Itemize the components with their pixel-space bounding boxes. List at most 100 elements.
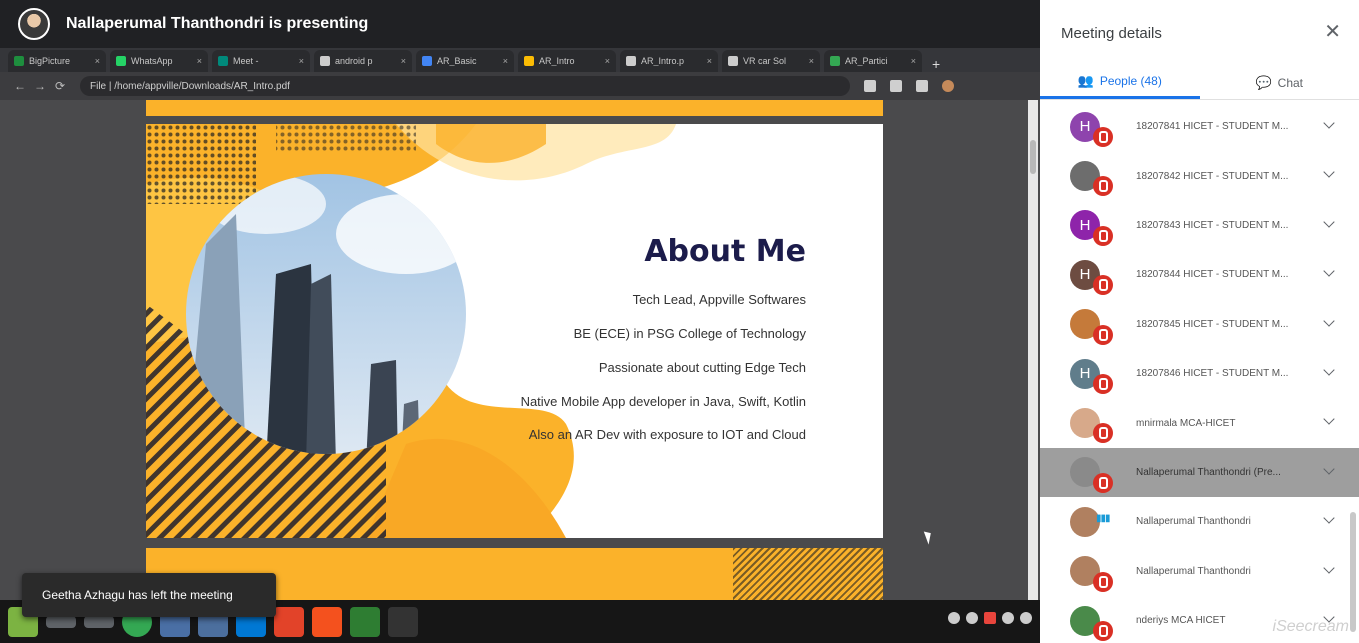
browser-tab[interactable]: android p × <box>314 50 412 72</box>
browser-tab-label: AR_Intro <box>539 56 575 66</box>
back-icon[interactable]: ← <box>10 79 30 93</box>
chevron-down-icon[interactable] <box>1323 166 1335 179</box>
close-icon[interactable]: ✕ <box>1324 22 1341 42</box>
participant-row[interactable]: H 18207846 HICET - STUDENT M... <box>1040 349 1359 398</box>
mic-muted-icon <box>1093 373 1113 394</box>
profile-avatar[interactable] <box>942 80 954 92</box>
participant-name: 18207841 HICET - STUDENT M... <box>1136 121 1289 133</box>
pdf-viewer: About Me Tech Lead, Appville Softwares B… <box>0 100 1040 600</box>
panel-title: Meeting details <box>1061 24 1162 42</box>
chevron-down-icon[interactable] <box>1323 561 1335 574</box>
chevron-down-icon[interactable] <box>1323 216 1335 228</box>
browser-tab[interactable]: VR car Sol × <box>722 50 820 72</box>
tab-close-icon[interactable]: × <box>503 56 508 66</box>
browser-tab[interactable]: AR_Partici × <box>824 50 922 72</box>
url-input[interactable]: File | /home/appville/Downloads/AR_Intro… <box>80 76 850 96</box>
people-list: H 18207841 HICET - STUDENT M... 18207842 H… <box>1040 102 1359 643</box>
speaking-indicator-icon: ▮▮▮ <box>1096 513 1110 525</box>
participant-row[interactable]: 18207842 HICET - STUDENT M... <box>1040 151 1359 200</box>
chevron-down-icon[interactable] <box>1323 463 1335 475</box>
previous-slide-edge <box>146 100 883 116</box>
participant-name: 18207846 HICET - STUDENT M... <box>1136 368 1289 380</box>
presenter-avatar <box>18 8 50 40</box>
meeting-details-panel: Meeting details ✕ 👥 People (48) 💬 Chat H… <box>1040 0 1359 643</box>
browser-tab[interactable]: BigPicture × <box>8 50 106 72</box>
participant-row[interactable]: Nallaperumal Thanthondri (Pre... <box>1040 447 1359 498</box>
participant-name: Nallaperumal Thanthondri <box>1136 516 1251 528</box>
tab-close-icon[interactable]: × <box>707 56 712 66</box>
browser-address-bar: ← → ⟳ File | /home/appville/Downloads/AR… <box>0 72 1040 100</box>
browser-tab-label: BigPicture <box>29 56 71 66</box>
mic-muted-icon <box>1093 620 1113 641</box>
panel-tabs: 👥 People (48) 💬 Chat <box>1040 66 1359 100</box>
presenter-bar: Nallaperumal Thanthondri is presenting <box>0 0 1040 48</box>
window-icon[interactable] <box>84 615 114 628</box>
participant-row[interactable]: mnirmala MCA-HICET <box>1040 398 1359 447</box>
browser-tab-label: AR_Basic <box>437 56 477 66</box>
forward-icon[interactable]: → <box>30 79 50 93</box>
chevron-down-icon[interactable] <box>1323 117 1335 129</box>
participant-row[interactable]: H 18207843 HICET - STUDENT M... <box>1040 201 1359 250</box>
tab-close-icon[interactable]: × <box>401 56 406 66</box>
tab-close-icon[interactable]: × <box>809 56 814 66</box>
browser-tab-label: Meet - <box>233 56 259 66</box>
chevron-down-icon[interactable] <box>1323 265 1335 277</box>
mic-muted-icon <box>1093 472 1113 493</box>
tab-favicon-icon <box>626 56 636 66</box>
tab-close-icon[interactable]: × <box>299 56 304 66</box>
window-icon[interactable] <box>46 615 76 628</box>
bookmark-star-icon[interactable] <box>864 80 876 92</box>
slide-title: About Me <box>644 234 806 269</box>
chevron-down-icon[interactable] <box>1323 413 1335 426</box>
slide-bullet: Passionate about cutting Edge Tech <box>598 360 806 375</box>
participant-name: nderiys MCA HICET <box>1136 615 1226 627</box>
browser-tab[interactable]: AR_Intro × <box>518 50 616 72</box>
cast-icon[interactable] <box>916 80 928 92</box>
git-icon[interactable] <box>274 606 304 637</box>
participant-row[interactable]: H 18207841 HICET - STUDENT M... <box>1040 102 1359 151</box>
participant-row[interactable]: H 18207844 HICET - STUDENT M... <box>1040 250 1359 299</box>
tab-chat[interactable]: 💬 Chat <box>1200 66 1359 99</box>
browser-tab-label: VR car Sol <box>743 56 787 66</box>
watermark: iSeecream <box>1272 618 1349 635</box>
new-tab-button[interactable]: + <box>932 56 940 72</box>
steam-icon[interactable] <box>948 612 960 624</box>
browser-tab[interactable]: AR_Intro.p × <box>620 50 718 72</box>
volume-icon[interactable] <box>1002 612 1014 624</box>
record-icon[interactable] <box>984 612 996 624</box>
tab-favicon-icon <box>524 56 534 66</box>
wifi-icon[interactable] <box>1020 612 1032 624</box>
mic-muted-icon <box>1093 127 1113 147</box>
tab-close-icon[interactable]: × <box>605 56 610 66</box>
tab-close-icon[interactable]: × <box>95 56 100 66</box>
monitor-icon[interactable] <box>350 606 380 637</box>
pdf-scrollbar[interactable] <box>1028 100 1038 600</box>
chevron-down-icon[interactable] <box>1323 314 1335 327</box>
browser-tab-label: WhatsApp <box>131 56 173 66</box>
tab-favicon-icon <box>422 56 432 66</box>
store-icon[interactable] <box>312 606 342 637</box>
unity-icon[interactable] <box>388 606 418 637</box>
reload-icon[interactable]: ⟳ <box>50 79 70 93</box>
browser-tab[interactable]: Meet - × <box>212 50 310 72</box>
chevron-down-icon[interactable] <box>1323 512 1335 524</box>
participant-row[interactable]: 18207845 HICET - STUDENT M... <box>1040 300 1359 349</box>
chat-icon: 💬 <box>1255 74 1272 90</box>
participant-row[interactable]: Nallaperumal Thanthondri <box>1040 547 1359 596</box>
shield-icon[interactable] <box>966 612 978 624</box>
browser-tab[interactable]: AR_Basic × <box>416 50 514 72</box>
browser-tab-label: AR_Partici <box>845 56 888 66</box>
mic-muted-icon <box>1093 225 1113 246</box>
mic-muted-icon <box>1093 324 1113 345</box>
chevron-down-icon[interactable] <box>1323 364 1335 376</box>
slide-bullet: BE (ECE) in PSG College of Technology <box>573 326 806 341</box>
slide-bullet: Also an AR Dev with exposure to IOT and … <box>528 427 806 442</box>
tab-close-icon[interactable]: × <box>911 56 916 66</box>
browser-tab[interactable]: WhatsApp × <box>110 50 208 72</box>
tab-people[interactable]: 👥 People (48) <box>1040 66 1200 99</box>
tab-close-icon[interactable]: × <box>197 56 202 66</box>
extension-icon[interactable] <box>890 80 902 92</box>
tab-people-label: People (48) <box>1099 74 1162 88</box>
people-scrollbar[interactable] <box>1349 102 1357 643</box>
participant-row[interactable]: ▮▮▮ Nallaperumal Thanthondri <box>1040 497 1359 546</box>
